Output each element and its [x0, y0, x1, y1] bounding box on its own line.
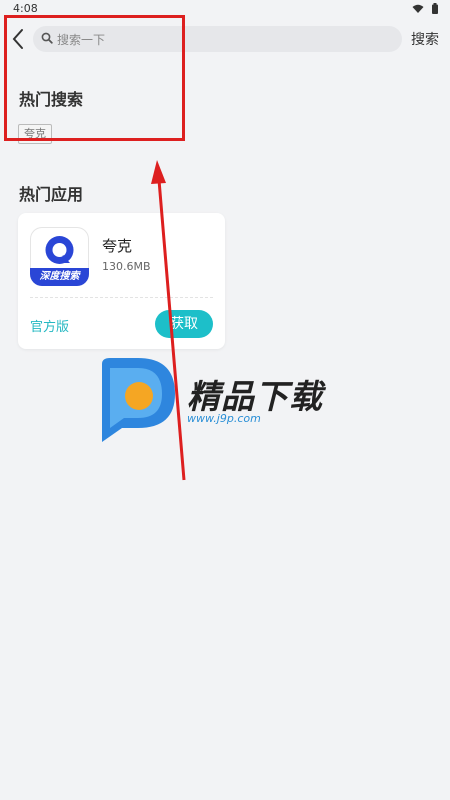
- red-arrow-annotation: [151, 160, 186, 481]
